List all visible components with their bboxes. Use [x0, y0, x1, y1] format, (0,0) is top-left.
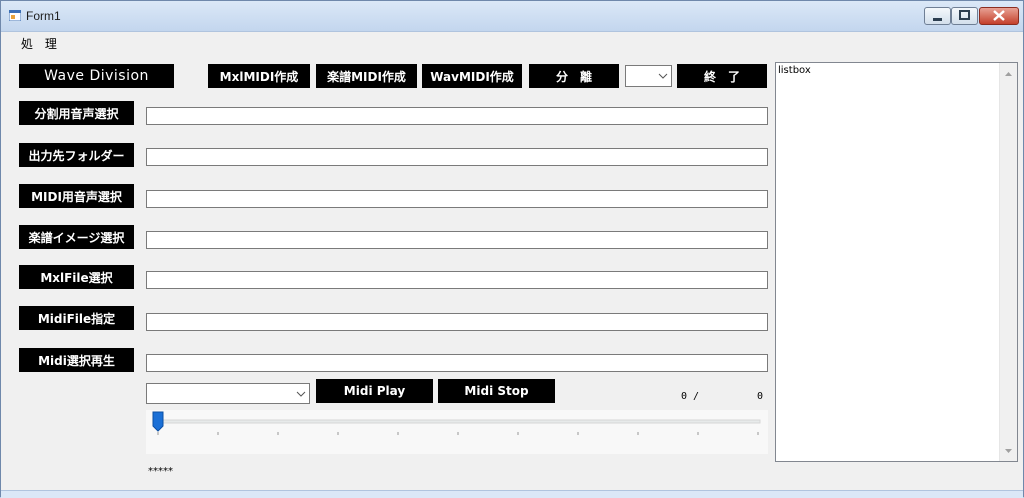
midi-stop-button[interactable]: Midi Stop: [438, 379, 555, 403]
mxl-midi-button[interactable]: MxlMIDI作成: [208, 64, 310, 88]
midi-play-button[interactable]: Midi Play: [316, 379, 433, 403]
menu-bar: 処 理: [1, 32, 1023, 54]
scroll-up-icon: [1005, 72, 1012, 76]
midi-audio-path-field[interactable]: [146, 190, 768, 208]
split-audio-path-field[interactable]: [146, 107, 768, 125]
playback-slider[interactable]: [146, 410, 768, 454]
playback-total: 0: [757, 391, 764, 402]
specify-midi-file-button[interactable]: MidiFile指定: [19, 306, 134, 330]
listbox-scrollbar[interactable]: [999, 63, 1017, 461]
wave-division-button[interactable]: Wave Division: [19, 64, 174, 88]
select-midi-audio-button[interactable]: MIDI用音声選択: [19, 184, 134, 208]
status-text: *****: [148, 466, 173, 477]
select-mxl-file-button[interactable]: MxlFile選択: [19, 265, 134, 289]
minimize-button[interactable]: [924, 7, 951, 25]
main-window: Form1 処 理 Wave Division MxlMIDI作成 楽譜MIDI…: [0, 0, 1024, 498]
scroll-down-icon: [1005, 449, 1012, 453]
midi-play-path-field[interactable]: [146, 354, 768, 372]
minimize-icon: [933, 18, 942, 21]
window-title: Form1: [26, 9, 61, 23]
chevron-down-icon: [658, 73, 668, 79]
midi-play-combo[interactable]: [146, 383, 310, 404]
playback-position: 0 /: [681, 391, 700, 402]
midi-select-play-button[interactable]: Midi選択再生: [19, 348, 134, 372]
mxl-file-path-field[interactable]: [146, 271, 768, 289]
slider-track: [152, 411, 761, 435]
chevron-down-icon: [296, 391, 306, 397]
select-output-folder-button[interactable]: 出力先フォルダー: [19, 143, 134, 167]
list-item[interactable]: listbox: [778, 65, 811, 76]
scrollbar-arrows: [1005, 72, 1012, 453]
wav-midi-button[interactable]: WavMIDI作成: [422, 64, 522, 88]
menu-item-process[interactable]: 処 理: [21, 35, 61, 52]
close-icon: [993, 10, 1005, 21]
score-image-path-field[interactable]: [146, 231, 768, 249]
separate-combo[interactable]: [625, 65, 672, 87]
separate-button[interactable]: 分 離: [529, 64, 619, 88]
output-folder-path-field[interactable]: [146, 148, 768, 166]
midi-file-path-field[interactable]: [146, 313, 768, 331]
close-button[interactable]: [979, 7, 1019, 25]
app-icon: [9, 10, 21, 21]
score-midi-button[interactable]: 楽譜MIDI作成: [316, 64, 417, 88]
title-bar[interactable]: Form1: [1, 1, 1023, 32]
listbox[interactable]: listbox: [775, 62, 1018, 462]
slider-thumb[interactable]: [152, 411, 164, 432]
select-score-image-button[interactable]: 楽譜イメージ選択: [19, 225, 134, 249]
select-split-audio-button[interactable]: 分割用音声選択: [19, 101, 134, 125]
maximize-icon: [959, 10, 970, 20]
exit-button[interactable]: 終 了: [677, 64, 767, 88]
maximize-button[interactable]: [951, 7, 978, 25]
